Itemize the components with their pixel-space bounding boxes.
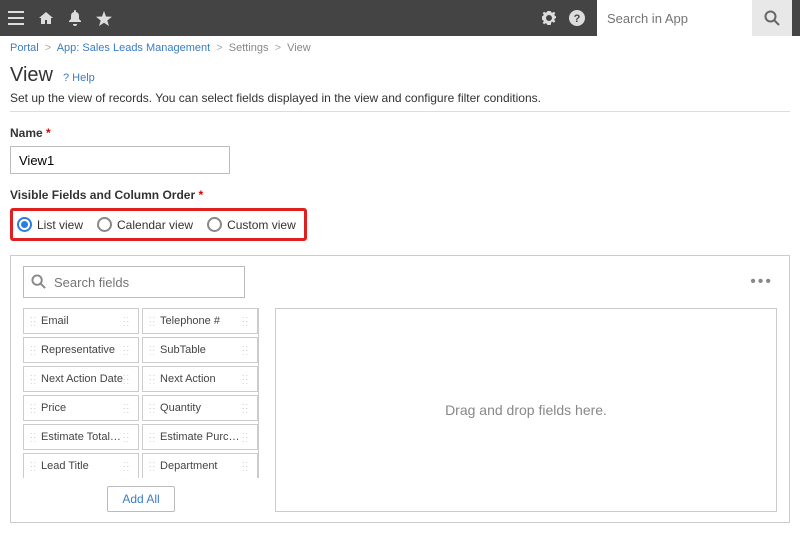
field-chip-label: Next Action [156,373,242,385]
radio-custom-view[interactable]: Custom view [207,217,296,232]
bell-icon[interactable] [68,10,82,26]
field-chip-label: Representative [37,344,123,356]
view-type-label: Visible Fields and Column Order * [10,188,790,202]
field-chip[interactable]: ::::Estimate Purchase D...:::: [142,424,258,450]
grip-icon: :::: [242,317,249,325]
grip-icon: :::: [242,433,249,441]
field-chip[interactable]: ::::Quantity:::: [142,395,258,421]
field-chip-label: SubTable [156,344,242,356]
gear-icon[interactable] [541,10,557,26]
page-description: Set up the view of records. You can sele… [10,91,790,105]
view-type-radio-group: List view Calendar view Custom view [10,208,307,241]
help-link[interactable]: ? Help [63,72,95,84]
field-chip[interactable]: ::::Department:::: [142,453,258,478]
available-fields-list[interactable]: ::::Email::::::::Telephone #::::::::Repr… [23,308,259,478]
field-chip-label: Lead Title [37,460,123,472]
grip-icon: :::: [123,346,130,354]
field-chip[interactable]: ::::Price:::: [23,395,139,421]
grip-icon: :::: [242,346,249,354]
breadcrumb-view: View [287,42,311,54]
breadcrumb-settings: Settings [229,42,269,54]
page-title: View [10,64,53,87]
menu-icon[interactable] [8,11,24,25]
grip-icon: :::: [30,317,37,325]
field-chip[interactable]: ::::Email:::: [23,308,139,334]
grip-icon: :::: [123,317,130,325]
field-chip-label: Next Action Date [37,373,123,385]
field-chip-label: Price [37,402,123,414]
grip-icon: :::: [30,433,37,441]
grip-icon: :::: [149,317,156,325]
radio-label: Calendar view [117,218,193,232]
field-chip[interactable]: ::::Next Action:::: [142,366,258,392]
search-fields-input[interactable] [23,266,245,298]
field-chip-label: Telephone # [156,315,242,327]
name-label: Name * [10,126,790,140]
field-chip-label: Estimate Total Sales [37,431,123,443]
home-icon[interactable] [38,11,54,25]
radio-label: List view [37,218,83,232]
radio-calendar-view[interactable]: Calendar view [97,217,193,232]
app-search-input[interactable] [597,0,752,36]
grip-icon: :::: [30,404,37,412]
grip-icon: :::: [149,433,156,441]
add-all-button[interactable]: Add All [107,486,174,512]
field-chip-label: Department [156,460,242,472]
drop-area[interactable]: Drag and drop fields here. [275,308,777,512]
field-chip[interactable]: ::::Telephone #:::: [142,308,258,334]
grip-icon: :::: [149,346,156,354]
grip-icon: :::: [242,462,249,470]
fields-panel: ••• ::::Email::::::::Telephone #::::::::… [10,255,790,523]
name-input[interactable] [10,146,230,174]
field-chip-label: Email [37,315,123,327]
grip-icon: :::: [123,375,130,383]
grip-icon: :::: [30,462,37,470]
drop-hint: Drag and drop fields here. [445,402,607,418]
field-chip-label: Estimate Purchase D... [156,431,242,443]
field-chip-label: Quantity [156,402,242,414]
more-options-icon[interactable]: ••• [750,273,777,291]
star-icon[interactable] [96,11,112,26]
radio-icon [207,217,222,232]
radio-icon [17,217,32,232]
grip-icon: :::: [242,404,249,412]
breadcrumb: Portal > App: Sales Leads Management > S… [0,36,800,60]
grip-icon: :::: [242,375,249,383]
grip-icon: :::: [123,433,130,441]
radio-list-view[interactable]: List view [17,217,83,232]
svg-text:?: ? [574,13,581,25]
grip-icon: :::: [30,346,37,354]
grip-icon: :::: [123,462,130,470]
top-bar: ? [0,0,800,36]
divider [10,111,790,112]
grip-icon: :::: [30,375,37,383]
grip-icon: :::: [149,404,156,412]
field-chip[interactable]: ::::Representative:::: [23,337,139,363]
grip-icon: :::: [123,404,130,412]
app-search-button[interactable] [752,0,792,36]
radio-label: Custom view [227,218,296,232]
breadcrumb-app[interactable]: App: Sales Leads Management [57,42,211,54]
radio-icon [97,217,112,232]
field-chip[interactable]: ::::Lead Title:::: [23,453,139,478]
field-chip[interactable]: ::::Estimate Total Sales:::: [23,424,139,450]
grip-icon: :::: [149,462,156,470]
help-icon[interactable]: ? [569,10,585,26]
app-search [597,0,792,36]
field-chip[interactable]: ::::Next Action Date:::: [23,366,139,392]
grip-icon: :::: [149,375,156,383]
search-icon [31,274,46,292]
breadcrumb-portal[interactable]: Portal [10,42,39,54]
field-chip[interactable]: ::::SubTable:::: [142,337,258,363]
